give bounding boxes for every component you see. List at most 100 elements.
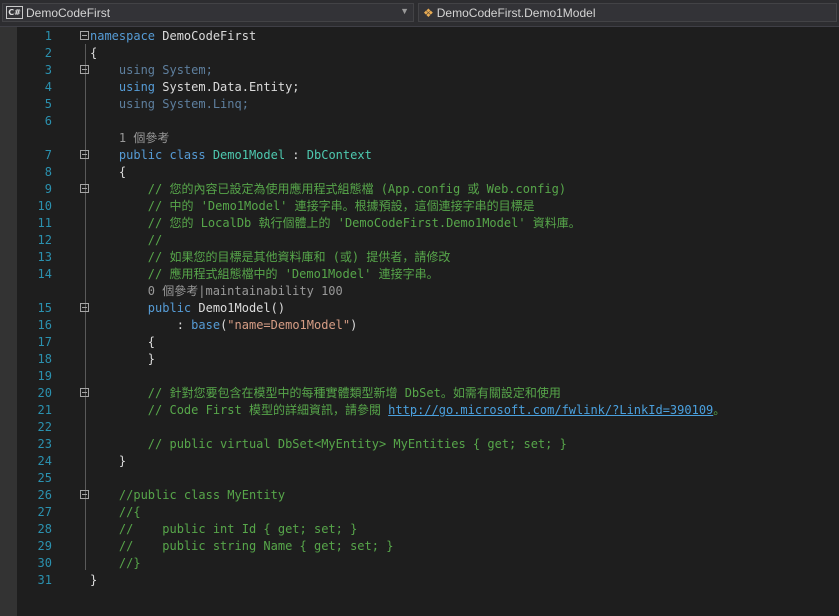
code-line[interactable]: 13 // 如果您的目標是其他資料庫和 (或) 提供者，請修改 bbox=[0, 249, 839, 266]
code-line[interactable]: 27 //{ bbox=[0, 504, 839, 521]
code-token: base bbox=[191, 318, 221, 332]
line-number: 4 bbox=[44, 80, 52, 94]
code-token: } bbox=[90, 352, 156, 366]
code-line[interactable]: 23 // public virtual DbSet<MyEntity> MyE… bbox=[0, 436, 839, 453]
code-token: // 您的 LocalDb 執行個體上的 'DemoCodeFirst.Demo… bbox=[90, 216, 581, 230]
code-token: 。 bbox=[713, 403, 726, 417]
code-line[interactable]: 15 public Demo1Model() bbox=[0, 300, 839, 317]
member-dropdown[interactable]: ❖ DemoCodeFirst.Demo1Model bbox=[418, 3, 837, 22]
collapse-icon[interactable] bbox=[80, 184, 89, 193]
code-token: { bbox=[90, 46, 98, 60]
code-text: // bbox=[90, 232, 162, 249]
code-line[interactable]: 22 bbox=[0, 419, 839, 436]
code-line[interactable]: 5 using System.Linq; bbox=[0, 96, 839, 113]
code-token: //} bbox=[90, 556, 141, 570]
code-token: } bbox=[90, 573, 98, 587]
line-number: 18 bbox=[37, 352, 52, 366]
code-line[interactable]: 26 //public class MyEntity bbox=[0, 487, 839, 504]
line-number: 11 bbox=[37, 216, 52, 230]
code-line[interactable]: 9 // 您的內容已設定為使用應用程式組態檔 (App.config 或 Web… bbox=[0, 181, 839, 198]
code-line[interactable]: 18 } bbox=[0, 351, 839, 368]
code-token: : bbox=[285, 148, 307, 162]
code-token: // bbox=[90, 233, 163, 247]
line-number: 1 bbox=[44, 29, 52, 43]
line-number: 9 bbox=[44, 182, 52, 196]
line-number: 17 bbox=[37, 335, 52, 349]
line-number: 30 bbox=[37, 556, 52, 570]
collapse-icon[interactable] bbox=[80, 31, 89, 40]
code-token: System.Linq; bbox=[155, 97, 249, 111]
code-text: // 針對您要包含在模型中的每種實體類型新增 DbSet。如需有關設定和使用 bbox=[90, 385, 561, 402]
navigation-bar: C# DemoCodeFirst ▼ ❖ DemoCodeFirst.Demo1… bbox=[0, 0, 839, 27]
code-line[interactable]: 29 // public string Name { get; set; } bbox=[0, 538, 839, 555]
chevron-down-icon[interactable]: ▼ bbox=[400, 6, 409, 16]
code-line[interactable]: 21 // Code First 模型的詳細資訊，請參閱 http://go.m… bbox=[0, 402, 839, 419]
code-line[interactable]: 25 bbox=[0, 470, 839, 487]
code-text: } bbox=[90, 572, 97, 589]
code-line[interactable]: 7 public class Demo1Model : DbContext bbox=[0, 147, 839, 164]
code-line[interactable]: 3 using System; bbox=[0, 62, 839, 79]
code-text: // public string Name { get; set; } bbox=[90, 538, 394, 555]
code-line[interactable]: 11 // 您的 LocalDb 執行個體上的 'DemoCodeFirst.D… bbox=[0, 215, 839, 232]
code-line[interactable]: 24 } bbox=[0, 453, 839, 470]
line-number: 2 bbox=[44, 46, 52, 60]
line-number: 19 bbox=[37, 369, 52, 383]
code-line[interactable]: 4 using System.Data.Entity; bbox=[0, 79, 839, 96]
code-text: // 應用程式組態檔中的 'Demo1Model' 連接字串。 bbox=[90, 266, 439, 283]
line-number: 21 bbox=[37, 403, 52, 417]
line-number: 6 bbox=[44, 114, 52, 128]
code-line[interactable]: 30 //} bbox=[0, 555, 839, 572]
collapse-icon[interactable] bbox=[80, 303, 89, 312]
code-text: } bbox=[90, 351, 155, 368]
class-icon: ❖ bbox=[423, 5, 434, 20]
code-text: : base("name=Demo1Model") bbox=[90, 317, 358, 334]
code-text: public Demo1Model() bbox=[90, 300, 285, 317]
code-line[interactable]: 6 bbox=[0, 113, 839, 130]
line-number: 25 bbox=[37, 471, 52, 485]
collapse-icon[interactable] bbox=[80, 150, 89, 159]
code-line[interactable]: 16 : base("name=Demo1Model") bbox=[0, 317, 839, 334]
code-line[interactable]: 31} bbox=[0, 572, 839, 589]
line-number: 24 bbox=[37, 454, 52, 468]
code-line[interactable]: 14 // 應用程式組態檔中的 'Demo1Model' 連接字串。 bbox=[0, 266, 839, 283]
code-line[interactable]: 12 // bbox=[0, 232, 839, 249]
code-token: DemoCodeFirst bbox=[155, 29, 257, 43]
code-text: // public int Id { get; set; } bbox=[90, 521, 357, 538]
collapse-icon[interactable] bbox=[80, 388, 89, 397]
code-line[interactable]: 17 { bbox=[0, 334, 839, 351]
code-line[interactable]: 19 bbox=[0, 368, 839, 385]
code-text: using System; bbox=[90, 62, 213, 79]
hyperlink[interactable]: http://go.microsoft.com/fwlink/?LinkId=3… bbox=[388, 403, 713, 417]
code-token: using bbox=[90, 97, 156, 111]
code-token: 1 個參考 bbox=[90, 131, 170, 145]
codelens-line[interactable]: 1 個參考 bbox=[0, 130, 839, 147]
code-line[interactable]: 28 // public int Id { get; set; } bbox=[0, 521, 839, 538]
project-dropdown[interactable]: C# DemoCodeFirst ▼ bbox=[2, 3, 414, 22]
collapse-icon[interactable] bbox=[80, 490, 89, 499]
code-token: using bbox=[90, 80, 156, 94]
collapse-icon[interactable] bbox=[80, 65, 89, 74]
code-editor[interactable]: 1 namespace DemoCodeFirst 2{3 using System… bbox=[0, 27, 839, 616]
code-text: namespace DemoCodeFirst bbox=[90, 28, 256, 45]
code-line[interactable]: 8 { bbox=[0, 164, 839, 181]
line-number: 14 bbox=[37, 267, 52, 281]
code-token: } bbox=[90, 454, 127, 468]
code-token: //{ bbox=[90, 505, 141, 519]
code-text: // public virtual DbSet<MyEntity> MyEnti… bbox=[90, 436, 567, 453]
codelens-line[interactable]: 0 個參考|maintainability 100 bbox=[0, 283, 839, 300]
code-text: { bbox=[90, 164, 126, 181]
code-line[interactable]: 10 // 中的 'Demo1Model' 連接字串。根據預設，這個連接字串的目… bbox=[0, 198, 839, 215]
code-token: public bbox=[90, 301, 192, 315]
code-line[interactable]: 20 // 針對您要包含在模型中的每種實體類型新增 DbSet。如需有關設定和使… bbox=[0, 385, 839, 402]
code-text: using System.Data.Entity; bbox=[90, 79, 300, 96]
code-line[interactable]: 2{ bbox=[0, 45, 839, 62]
code-text: { bbox=[90, 45, 97, 62]
code-token: { bbox=[90, 165, 127, 179]
code-text: { bbox=[90, 334, 155, 351]
code-token: //public class MyEntity bbox=[90, 488, 286, 502]
code-token: // public int Id { get; set; } bbox=[90, 522, 358, 536]
code-line[interactable]: 1 namespace DemoCodeFirst bbox=[0, 28, 839, 45]
code-token: namespace bbox=[90, 29, 156, 43]
code-text: //} bbox=[90, 555, 141, 572]
code-text: } bbox=[90, 453, 126, 470]
